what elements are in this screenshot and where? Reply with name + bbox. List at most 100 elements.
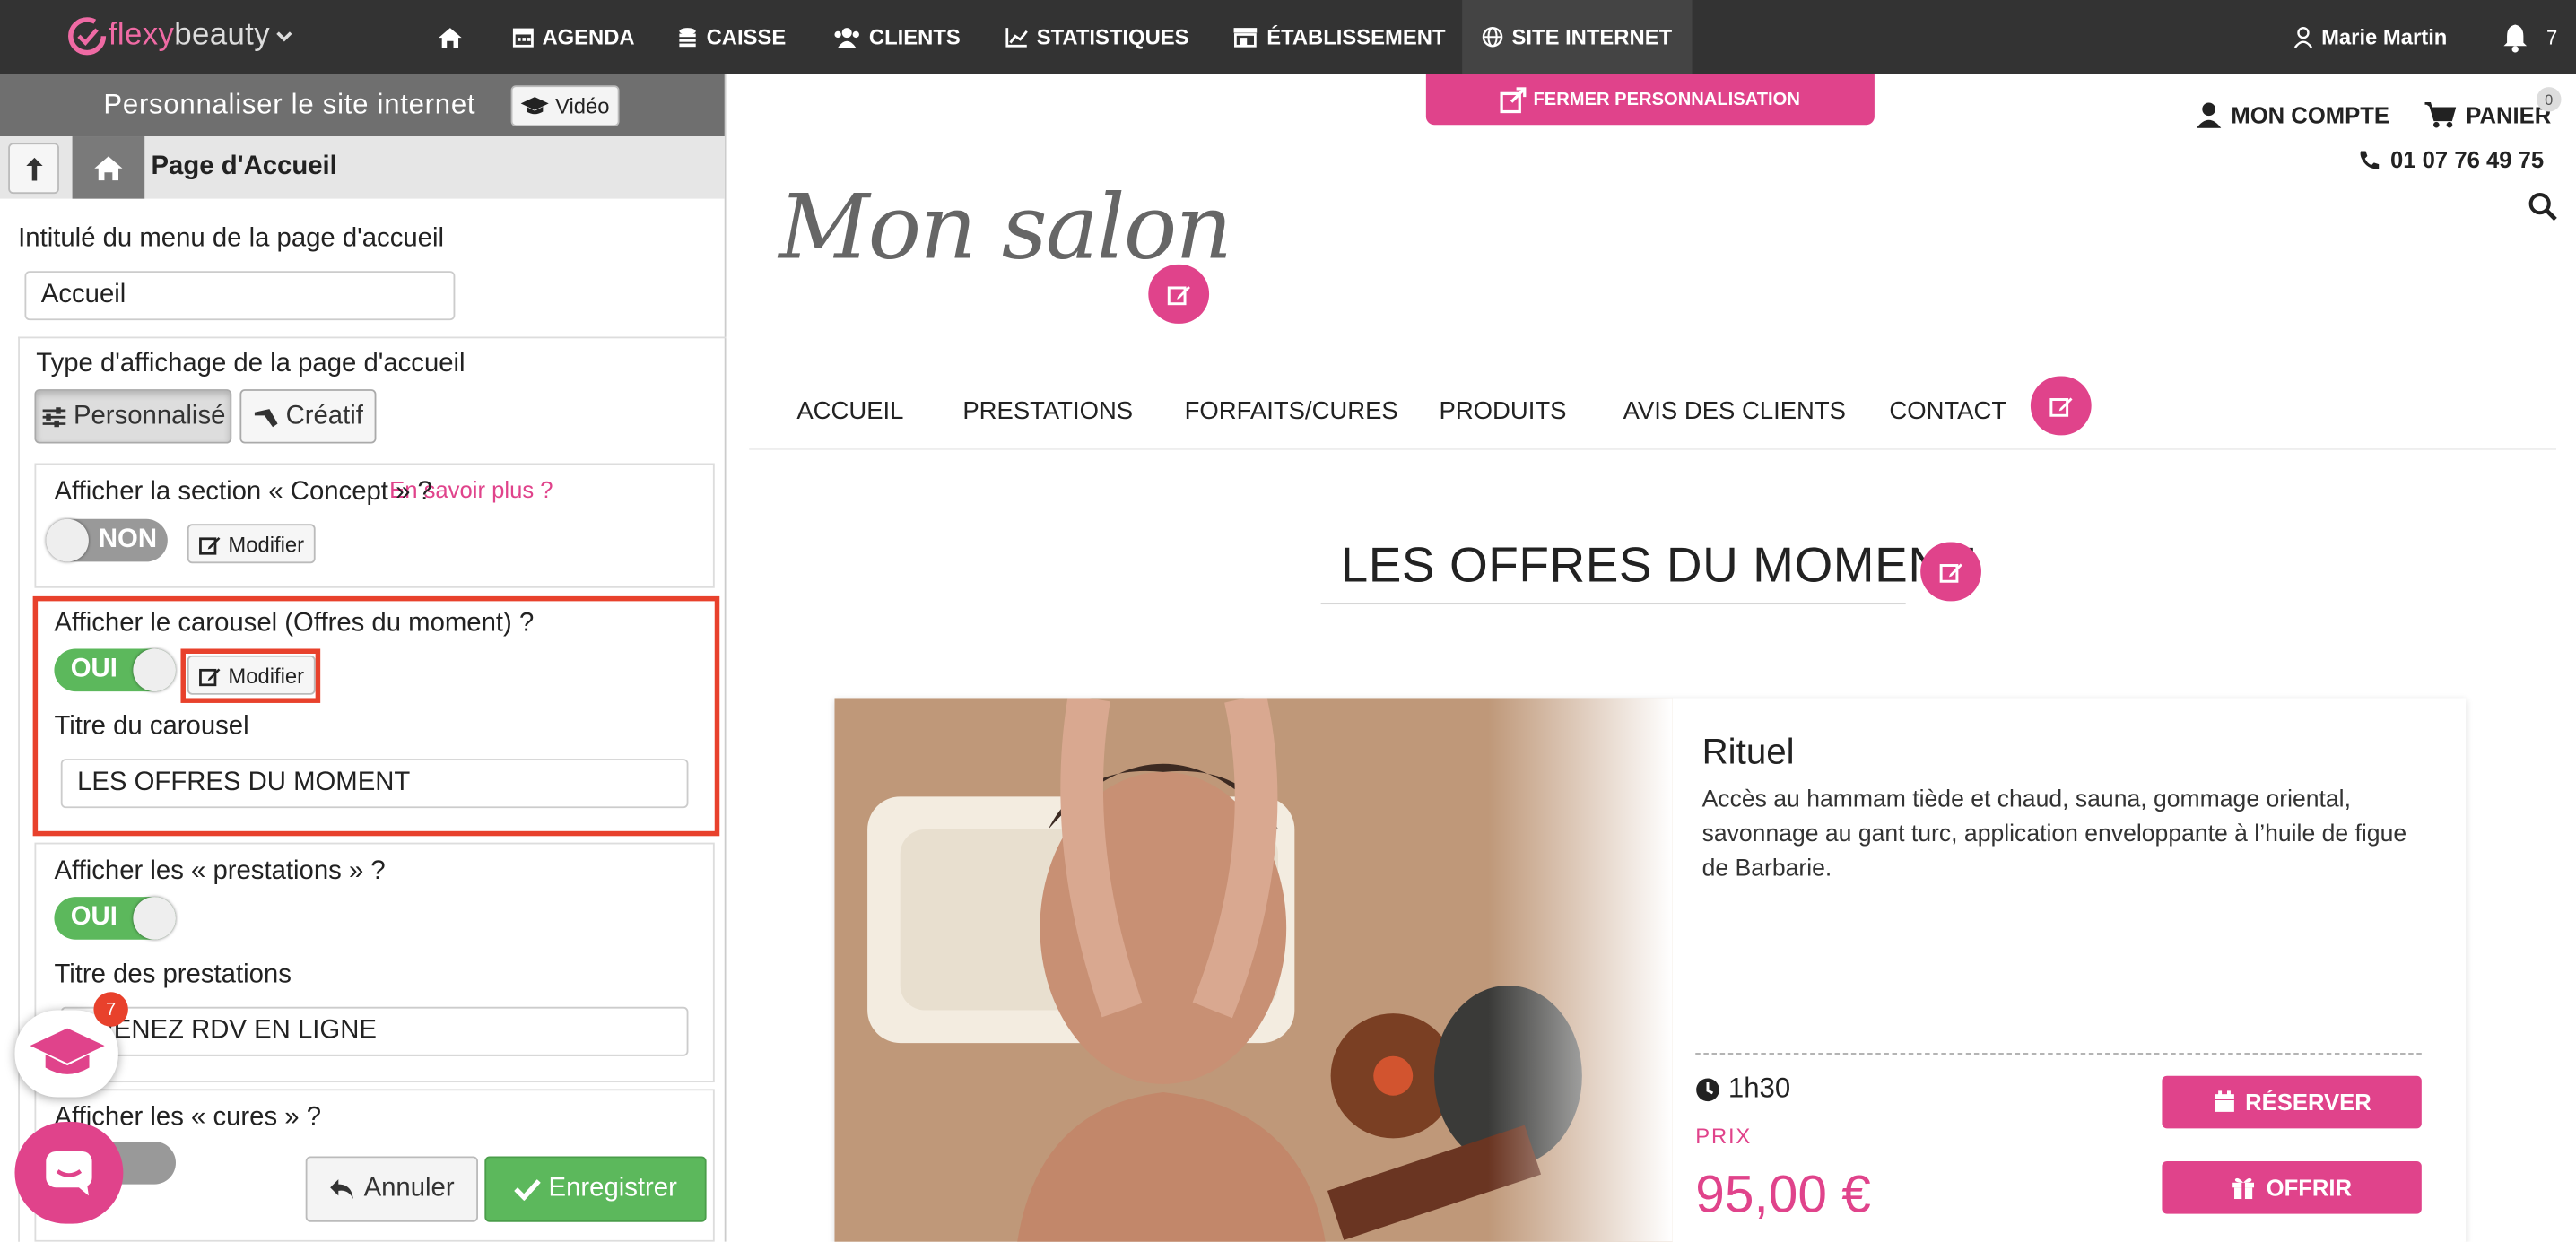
nav-statistiques[interactable]: STATISTIQUES xyxy=(1005,0,1189,74)
customize-panel: Personnaliser le site internet Vidéo Pag… xyxy=(0,74,727,1242)
edit-icon xyxy=(1938,563,1962,583)
panel-title: Personnaliser le site internet xyxy=(103,88,476,120)
nav-clients[interactable]: CLIENTS xyxy=(833,0,961,74)
bell-icon xyxy=(2503,23,2528,52)
offer-card: Rituel Accès au hammam tiède et chaud, s… xyxy=(834,698,2467,1242)
edit-logo-button[interactable] xyxy=(1148,264,1210,324)
user-icon xyxy=(2196,102,2222,128)
offer-price: 95,00 € xyxy=(1695,1164,1871,1224)
cancel-label: Annuler xyxy=(363,1174,455,1203)
graduation-cap-icon xyxy=(29,1027,104,1073)
creatif-button[interactable]: Créatif xyxy=(239,389,377,444)
prestations-toggle[interactable]: OUI xyxy=(54,897,176,940)
nav-etablissement[interactable]: ÉTABLISSEMENT xyxy=(1232,0,1446,74)
page-selector-row: Page d'Accueil xyxy=(0,136,725,199)
title-underline xyxy=(1320,603,1906,605)
prestations-title-input[interactable] xyxy=(60,1006,689,1056)
nav-site-internet[interactable]: SITE INTERNET xyxy=(1462,0,1693,74)
nav-home[interactable] xyxy=(437,0,471,74)
search-icon[interactable] xyxy=(2528,192,2558,221)
external-link-icon xyxy=(1501,86,1527,113)
personnalise-label: Personnalisé xyxy=(73,401,226,430)
nav-agenda-label: AGENDA xyxy=(542,24,635,49)
display-type-label: Type d'affichage de la page d'accueil xyxy=(36,350,466,378)
carousel-toggle[interactable]: OUI xyxy=(54,648,176,692)
calendar-icon xyxy=(512,28,534,48)
page-title: Page d'Accueil xyxy=(151,152,337,181)
edit-menu-button[interactable] xyxy=(2030,376,2092,436)
save-label: Enregistrer xyxy=(548,1174,677,1203)
save-button[interactable]: Enregistrer xyxy=(484,1156,707,1222)
cancel-button[interactable]: Annuler xyxy=(305,1156,479,1222)
edit-icon xyxy=(198,536,221,554)
nav-caisse-label: CAISSE xyxy=(706,24,787,49)
chart-icon xyxy=(1005,28,1028,48)
back-button[interactable] xyxy=(8,143,59,195)
cart-link[interactable]: PANIER xyxy=(2424,102,2551,128)
menu-title-input[interactable] xyxy=(24,271,456,321)
coins-icon xyxy=(679,28,696,48)
edit-carousel-button[interactable] xyxy=(1920,542,1981,602)
video-button[interactable]: Vidéo xyxy=(510,85,620,127)
offer-photo xyxy=(834,698,1673,1242)
brand-logo[interactable]: flexy beauty xyxy=(65,14,294,57)
home-icon xyxy=(439,27,462,48)
notification-count: 7 xyxy=(2546,25,2558,49)
reserve-label: RÉSERVER xyxy=(2245,1089,2371,1116)
reserve-button[interactable]: RÉSERVER xyxy=(2162,1075,2422,1129)
phone-number[interactable]: 01 07 76 49 75 xyxy=(2359,146,2544,172)
site-nav-produits[interactable]: PRODUITS xyxy=(1440,397,1567,425)
site-nav-forfaits[interactable]: FORFAITS/CURES xyxy=(1185,397,1398,425)
top-navbar: flexy beauty AGENDA CAISSE CLIENTS STATIS… xyxy=(0,0,2576,74)
carousel-modify-label: Modifier xyxy=(228,663,305,688)
prestations-label: Afficher les « prestations » ? xyxy=(54,857,386,886)
offer-description: Accès au hammam tiède et chaud, sauna, g… xyxy=(1701,786,2407,882)
salon-logo[interactable]: Mon salon xyxy=(779,176,1232,279)
carousel-toggle-state: OUI xyxy=(70,655,117,683)
concept-modify-button[interactable]: Modifier xyxy=(187,524,316,564)
prestations-title-label: Titre des prestations xyxy=(54,960,292,989)
offer-title: Rituel xyxy=(1701,731,1795,772)
edit-icon xyxy=(2049,397,2072,417)
site-nav-avis[interactable]: AVIS DES CLIENTS xyxy=(1623,397,1846,425)
account-link[interactable]: MON COMPTE xyxy=(2196,101,2390,128)
nav-clients-label: CLIENTS xyxy=(868,24,961,49)
user-menu[interactable]: Marie Martin xyxy=(2293,0,2447,74)
nav-caisse[interactable]: CAISSE xyxy=(677,0,787,74)
nav-agenda[interactable]: AGENDA xyxy=(512,0,635,74)
paint-brush-icon xyxy=(254,408,278,427)
edit-icon xyxy=(198,667,221,686)
brand-name-part2: beauty xyxy=(174,18,270,53)
site-nav-prestations[interactable]: PRESTATIONS xyxy=(962,397,1133,425)
nav-site-internet-label: SITE INTERNET xyxy=(1511,24,1673,49)
nav-etablissement-label: ÉTABLISSEMENT xyxy=(1266,24,1446,49)
personnalise-button[interactable]: Personnalisé xyxy=(34,389,232,444)
offer-gift-button[interactable]: OFFRIR xyxy=(2162,1160,2422,1214)
concept-toggle-state: NON xyxy=(98,525,158,554)
concept-modify-label: Modifier xyxy=(228,531,305,557)
carousel-title-input[interactable] xyxy=(60,759,689,809)
level-up-icon xyxy=(25,156,42,180)
site-nav-accueil[interactable]: ACCUEIL xyxy=(796,397,903,425)
offer-gift-label: OFFRIR xyxy=(2266,1174,2353,1201)
page-home-button[interactable] xyxy=(72,136,145,199)
nav-statistiques-label: STATISTIQUES xyxy=(1036,24,1189,49)
carousel-label: Afficher le carousel (Offres du moment) … xyxy=(54,609,535,638)
chat-bubble[interactable] xyxy=(14,1122,124,1224)
concept-toggle[interactable]: NON xyxy=(46,518,168,562)
offer-duration: 1h30 xyxy=(1695,1073,1790,1106)
carousel-modify-button[interactable]: Modifier xyxy=(187,655,316,695)
cart-count: 0 xyxy=(2537,87,2562,112)
price-label: PRIX xyxy=(1695,1123,1753,1149)
close-customization-label: FERMER PERSONNALISATION xyxy=(1533,89,1800,109)
phone-icon xyxy=(2360,150,2380,169)
user-icon xyxy=(2293,26,2313,48)
close-customization-button[interactable]: FERMER PERSONNALISATION xyxy=(1425,74,1875,126)
account-label: MON COMPTE xyxy=(2231,101,2390,128)
notifications-button[interactable]: 7 xyxy=(2501,0,2558,74)
concept-label: Afficher la section « Concept » ? xyxy=(54,478,432,507)
toggle-knob xyxy=(133,648,176,692)
chevron-down-icon xyxy=(276,31,293,42)
creatif-label: Créatif xyxy=(285,401,363,430)
site-nav-contact[interactable]: CONTACT xyxy=(1889,397,2006,425)
